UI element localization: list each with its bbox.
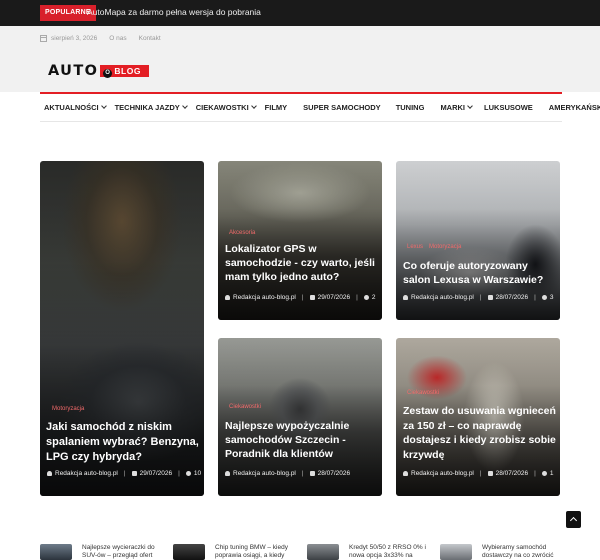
calendar-icon: [309, 295, 315, 300]
related-post[interactable]: Chip tuning BMW – kiedy poprawia osiągi, …: [173, 544, 288, 560]
ticker-link[interactable]: AutoMapa za darmo pełna wersja do pobran…: [87, 7, 261, 17]
about-link[interactable]: O nas: [109, 35, 126, 42]
post-card[interactable]: Ciekawostki Zestaw do usuwania wgnieceń …: [396, 338, 560, 496]
post-title[interactable]: Najlepsze wypożyczalnie samochodów Szcze…: [225, 419, 379, 461]
contact-link[interactable]: Kontakt: [139, 35, 161, 42]
calendar-icon: [309, 471, 315, 476]
chevron-down-icon: [250, 103, 257, 109]
post-meta: Redakcja auto-blog.pl | 29/07/2026 | 2: [225, 294, 375, 301]
user-icon: [403, 471, 408, 476]
nav-item-tuning[interactable]: TUNING: [396, 94, 425, 122]
comment-icon: [541, 295, 547, 300]
logo-blog-text: BLOG: [114, 66, 141, 76]
post-meta: Redakcja auto-blog.pl | 28/07/2026: [225, 470, 350, 477]
related-post-thumb: [440, 544, 472, 560]
main-nav: AKTUALNOŚCI TECHNIKA JAZDY CIEKAWOSTKI F…: [40, 94, 600, 122]
site-logo[interactable]: AUTO O BLOG: [48, 64, 149, 78]
logo-o: O: [103, 69, 113, 78]
nav-item-technika-jazdy[interactable]: TECHNIKA JAZDY: [115, 94, 188, 122]
post-category[interactable]: Ciekawostki: [407, 390, 445, 396]
nav-item-luksusowe[interactable]: LUKSUSOWE: [484, 94, 533, 122]
post-meta: Redakcja auto-blog.pl | 28/07/2026 | 1: [403, 470, 553, 477]
nav-item-marki[interactable]: MARKI: [440, 94, 473, 122]
comment-icon: [541, 471, 547, 476]
post-card[interactable]: Ciekawostki Najlepsze wypożyczalnie samo…: [218, 338, 382, 496]
related-post-title[interactable]: Wybieramy samochód dostawczy na co zwróci…: [482, 544, 554, 560]
related-post[interactable]: Kredyt 50/50 z RRSO 0% i nowa opcja 3x33%…: [307, 544, 426, 560]
related-post-thumb: [173, 544, 205, 560]
nav-item-ciekawostki[interactable]: CIEKAWOSTKI: [196, 94, 257, 122]
comment-icon: [185, 471, 191, 476]
current-date: sierpień 3, 2026: [51, 34, 98, 42]
related-posts-strip: Najlepsze wycieraczki do SUV-ów – przeglą…: [0, 544, 600, 560]
site-header: sierpień 3, 2026 O nas Kontakt AUTO O BLO…: [0, 26, 600, 92]
post-meta: Redakcja auto-blog.pl | 29/07/2026 | 10: [47, 470, 201, 477]
related-post-thumb: [307, 544, 339, 560]
chevron-down-icon: [181, 103, 188, 109]
user-icon: [225, 471, 230, 476]
calendar-icon: [131, 471, 137, 476]
top-bar: POPULARNE AutoMapa za darmo pełna wersja…: [0, 0, 600, 26]
featured-post-card[interactable]: Motoryzacja Jaki samochód z niskim spala…: [40, 161, 204, 496]
calendar-icon: [40, 34, 47, 42]
post-card[interactable]: Lexus Motoryzacja Co oferuje autoryzowany…: [396, 161, 560, 320]
calendar-icon: [487, 471, 493, 476]
related-post-title[interactable]: Najlepsze wycieraczki do SUV-ów – przeglą…: [82, 544, 155, 560]
header-meta: sierpień 3, 2026 O nas Kontakt: [40, 33, 161, 43]
nav-item-filmy[interactable]: FILMY: [265, 94, 288, 122]
nav-item-super-samochody[interactable]: SUPER SAMOCHODY: [303, 94, 381, 122]
nav-item-aktualnosci[interactable]: AKTUALNOŚCI: [44, 94, 107, 122]
arrow-up-icon[interactable]: [566, 511, 581, 528]
related-post-thumb: [40, 544, 72, 560]
post-title[interactable]: Lokalizator GPS w samochodzie - czy wart…: [225, 242, 379, 284]
post-meta: Redakcja auto-blog.pl | 28/07/2026 | 3: [403, 294, 553, 301]
post-category[interactable]: Akcesoria: [229, 230, 261, 236]
related-post[interactable]: Wybieramy samochód dostawczy na co zwróci…: [440, 544, 554, 560]
post-title[interactable]: Zestaw do usuwania wgnieceń za 150 zł – …: [403, 404, 557, 462]
related-post-title[interactable]: Kredyt 50/50 z RRSO 0% i nowa opcja 3x33%…: [349, 544, 426, 560]
comment-icon: [363, 295, 369, 300]
user-icon: [225, 295, 230, 300]
post-category[interactable]: Motoryzacja: [52, 406, 90, 412]
user-icon: [403, 295, 408, 300]
logo-auto-text: AUTO: [48, 63, 99, 79]
post-title[interactable]: Jaki samochód z niskim spalaniem wybrać?…: [46, 420, 200, 465]
nav-item-amerykanskie[interactable]: AMERYKAŃSKIE: [549, 94, 600, 122]
related-post[interactable]: Najlepsze wycieraczki do SUV-ów – przeglą…: [40, 544, 155, 560]
post-title[interactable]: Co oferuje autoryzowany salon Lexusa w W…: [403, 259, 557, 287]
post-card[interactable]: Akcesoria Lokalizator GPS w samochodzie …: [218, 161, 382, 320]
calendar-icon: [487, 295, 493, 300]
post-category[interactable]: Ciekawostki: [229, 404, 267, 410]
logo-blog-box: O BLOG: [100, 65, 149, 78]
post-category[interactable]: Lexus Motoryzacja: [407, 244, 467, 250]
chevron-down-icon: [100, 103, 107, 109]
user-icon: [47, 471, 52, 476]
related-post-title[interactable]: Chip tuning BMW – kiedy poprawia osiągi, …: [215, 544, 288, 560]
chevron-down-icon: [467, 103, 473, 109]
